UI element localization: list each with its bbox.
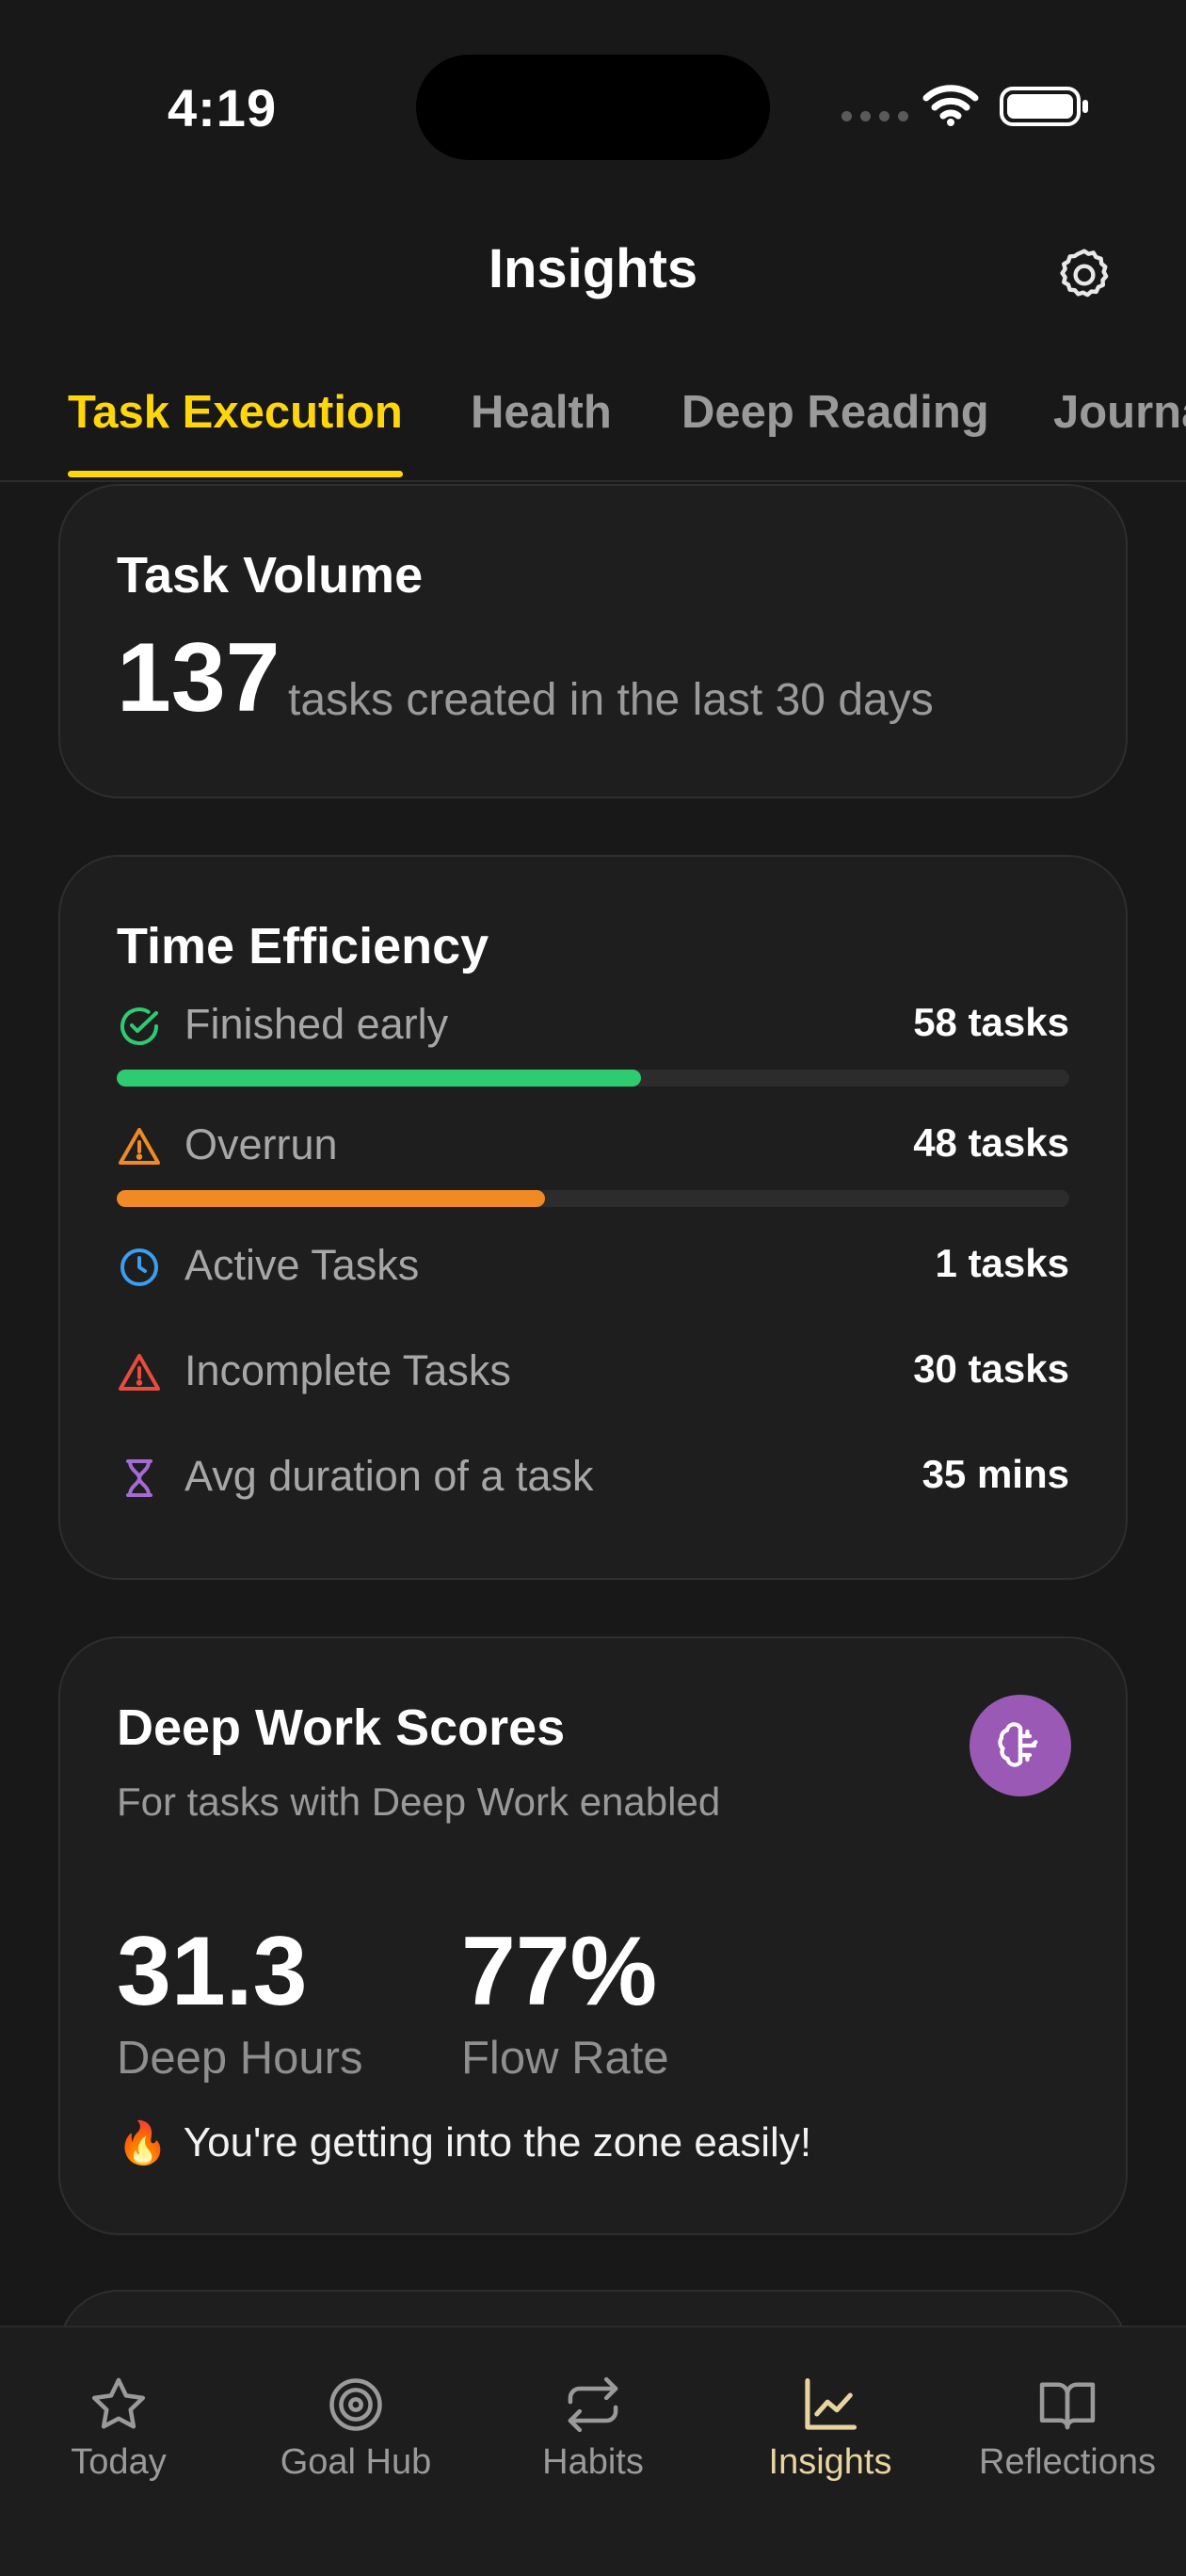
nav-label: Insights (768, 2442, 892, 2482)
brain-icon (998, 1722, 1038, 1767)
deep-work-card: Deep Work Scores For tasks with Deep Wor… (58, 1636, 1128, 2235)
tabs-divider (0, 480, 1186, 482)
cellular-signal-icon (841, 111, 908, 121)
status-time: 4:19 (168, 78, 278, 137)
target-icon (329, 2378, 382, 2431)
time-efficiency-title: Time Efficiency (117, 918, 489, 974)
battery-icon (1000, 87, 1088, 126)
nav-label: Goal Hub (280, 2442, 432, 2482)
flow-rate-value: 77% (461, 1917, 658, 2026)
deep-hours-label: Deep Hours (117, 2033, 363, 2084)
metric-value: 58 tasks (913, 1000, 1069, 1044)
metric-label: Overrun (184, 1120, 338, 1168)
star-icon (91, 2377, 146, 2429)
task-volume-caption: tasks created in the last 30 days (288, 675, 934, 725)
check-circle-icon (120, 1007, 158, 1046)
nav-goal-hub[interactable]: Goal Hub (237, 2327, 474, 2516)
metric-label: Active Tasks (184, 1241, 420, 1289)
deep-work-subtitle: For tasks with Deep Work enabled (117, 1779, 721, 1824)
metric-label: Avg duration of a task (184, 1452, 594, 1500)
tab-bar: Task Execution Health Deep Reading Journ… (68, 378, 1186, 482)
active-tab-indicator (68, 471, 403, 477)
tab-task-execution[interactable]: Task Execution (68, 386, 403, 439)
nav-today[interactable]: Today (0, 2327, 237, 2516)
alert-icon (119, 1354, 160, 1391)
deep-work-badge[interactable] (970, 1695, 1071, 1796)
metric-value: 48 tasks (913, 1120, 1069, 1165)
metric-label: Incomplete Tasks (184, 1346, 511, 1394)
deep-work-message-text: You're getting into the zone easily! (183, 2119, 812, 2165)
finished-early-progress-bar (117, 1070, 1069, 1087)
chart-icon (805, 2377, 857, 2430)
nav-reflections[interactable]: Reflections (949, 2327, 1186, 2516)
clock-icon (120, 1248, 158, 1286)
nav-label: Habits (542, 2442, 644, 2482)
page-title: Insights (488, 238, 698, 299)
tab-journal[interactable]: Journal (1053, 386, 1186, 439)
tab-deep-reading[interactable]: Deep Reading (681, 386, 989, 439)
overrun-progress-bar (117, 1190, 1069, 1207)
finished-early-progress-fill (117, 1070, 641, 1087)
time-efficiency-card: Time Efficiency Finished early 58 tasks … (58, 855, 1128, 1580)
metric-row-avg-duration: Avg duration of a task 35 mins (117, 1450, 1069, 1506)
nav-insights[interactable]: Insights (712, 2327, 949, 2516)
wifi-icon (922, 85, 979, 126)
task-volume-count: 137 (117, 623, 280, 733)
deep-hours-value: 31.3 (117, 1917, 308, 2026)
overrun-progress-fill (117, 1190, 546, 1207)
metric-value: 1 tasks (935, 1241, 1069, 1285)
hourglass-icon (126, 1459, 152, 1497)
fire-icon: 🔥 (117, 2120, 168, 2166)
nav-habits[interactable]: Habits (474, 2327, 712, 2516)
nav-label: Reflections (979, 2442, 1156, 2482)
metric-label: Finished early (184, 1000, 449, 1048)
nav-label: Today (71, 2442, 167, 2482)
metric-row-active-tasks: Active Tasks 1 tasks (117, 1239, 1069, 1296)
deep-work-title: Deep Work Scores (117, 1699, 566, 1756)
book-icon (1039, 2382, 1096, 2430)
warning-icon (119, 1128, 160, 1165)
gear-icon (1060, 249, 1109, 298)
metric-value: 35 mins (922, 1452, 1069, 1496)
tab-health[interactable]: Health (471, 386, 612, 439)
metric-row-overrun: Overrun 48 tasks (117, 1119, 1069, 1175)
metric-row-incomplete-tasks: Incomplete Tasks 30 tasks (117, 1344, 1069, 1401)
repeat-icon (568, 2376, 618, 2433)
settings-button[interactable] (1050, 241, 1118, 309)
metric-value: 30 tasks (913, 1346, 1069, 1391)
status-bar: 4:19 (0, 0, 1186, 188)
flow-rate-label: Flow Rate (461, 2033, 669, 2084)
bottom-nav: Today Goal Hub Habits Insights Reflectio… (0, 2326, 1186, 2576)
deep-work-message: 🔥 You're getting into the zone easily! (117, 2118, 811, 2167)
metric-row-finished-early: Finished early 58 tasks (117, 998, 1069, 1055)
dynamic-island (416, 55, 770, 160)
task-volume-card: Task Volume 137 tasks created in the las… (58, 484, 1128, 798)
task-volume-title: Task Volume (117, 547, 424, 604)
